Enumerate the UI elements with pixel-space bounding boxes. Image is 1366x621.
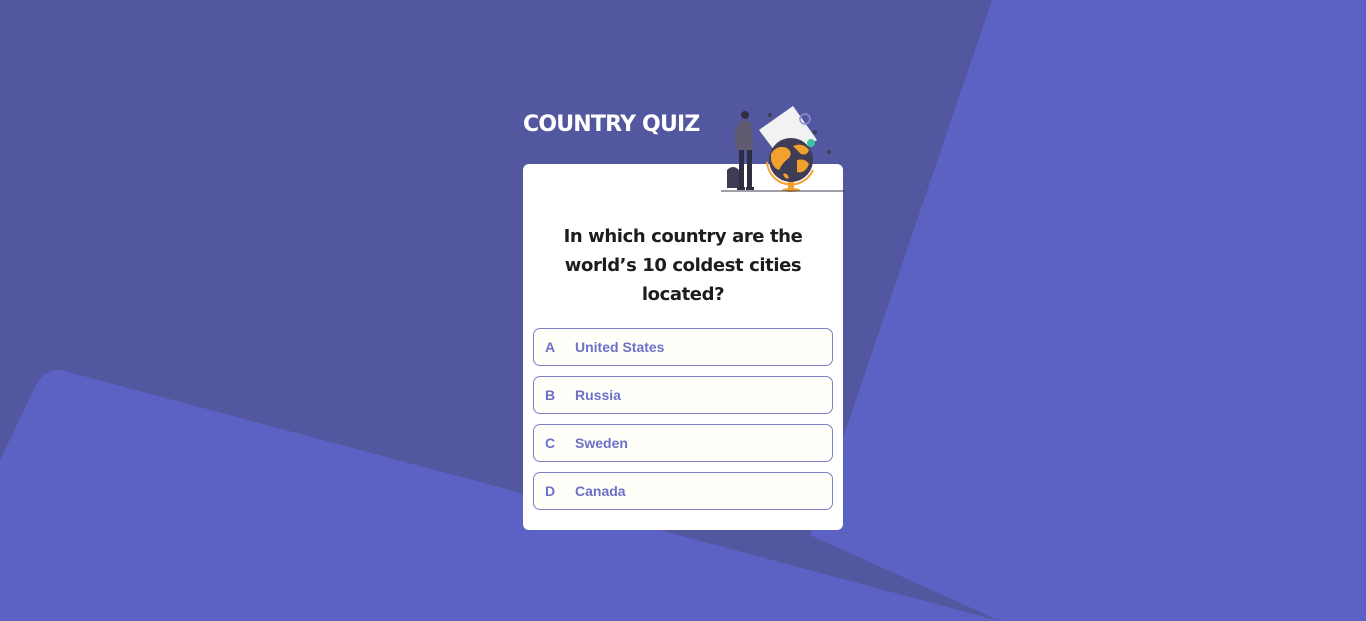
question-card: In which country are the world’s 10 cold… [523,164,843,530]
question-text: In which country are the world’s 10 cold… [563,226,803,305]
traveler-globe-icon [721,106,845,192]
background-shape-right [810,0,1366,621]
app-title: COUNTRY QUIZ [523,112,700,137]
option-letter: D [545,483,556,499]
answer-option-d[interactable]: D Canada [533,472,833,510]
option-letter: B [545,387,556,403]
answer-option-a[interactable]: A United States [533,328,833,366]
option-label: Russia [575,387,621,403]
option-label: Sweden [575,435,628,451]
option-letter: A [545,339,556,355]
option-letter: C [545,435,556,451]
option-label: United States [575,339,665,355]
answer-options: A United States B Russia C Sweden D Cana… [533,328,833,520]
option-label: Canada [575,483,626,499]
answer-option-c[interactable]: C Sweden [533,424,833,462]
answer-option-b[interactable]: B Russia [533,376,833,414]
